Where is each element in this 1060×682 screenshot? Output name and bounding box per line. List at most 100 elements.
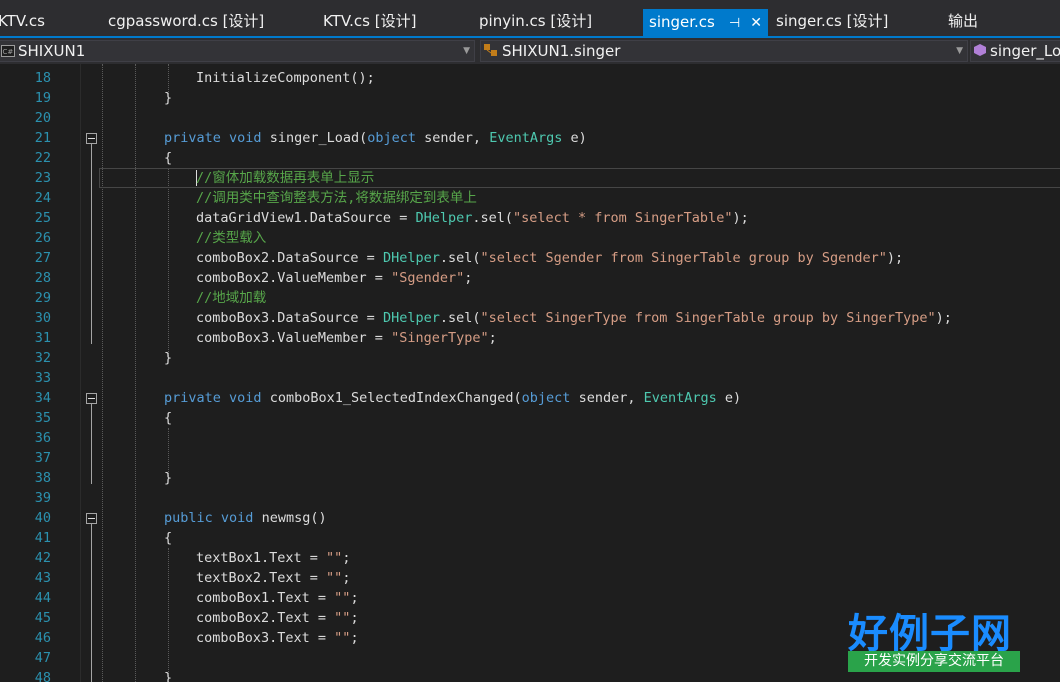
line-number: 48	[34, 670, 51, 682]
member-dropdown[interactable]: singer_Lo	[970, 40, 1060, 62]
punct: ;	[350, 590, 359, 606]
keyword: void	[229, 390, 262, 406]
statement: textBox1.Text =	[196, 550, 327, 566]
method-name: comboBox1_SelectedIndexChanged(	[269, 390, 522, 406]
document-tab-strip: KTV.cs cgpassword.cs [设计] KTV.cs [设计] pi…	[0, 0, 1060, 38]
line-number: 33	[34, 370, 51, 386]
keyword: private	[164, 390, 221, 406]
line-number: 43	[34, 570, 51, 586]
tab-cgpassword-design[interactable]: cgpassword.cs [设计]	[108, 7, 264, 35]
line-number: 23	[34, 170, 51, 186]
project-dropdown[interactable]: C# SHIXUN1 ▼	[0, 40, 475, 62]
collapse-icon[interactable]	[86, 133, 97, 144]
close-icon[interactable]: ✕	[750, 10, 762, 37]
line-number: 46	[34, 630, 51, 646]
class-name: SHIXUN1.singer	[502, 42, 621, 60]
statement: comboBox1.Text =	[196, 590, 335, 606]
code-line-44: comboBox1.Text = "";	[196, 588, 359, 608]
statement: comboBox2.Text =	[196, 610, 335, 626]
keyword: private	[164, 130, 221, 146]
line-number: 35	[34, 410, 51, 426]
fold-line	[91, 524, 92, 682]
line-number: 47	[34, 650, 51, 666]
tab-ktv-design[interactable]: KTV.cs [设计]	[323, 7, 416, 35]
tab-singer-design[interactable]: singer.cs [设计]	[776, 7, 888, 35]
statement: comboBox3.ValueMember =	[196, 330, 392, 346]
collapse-icon[interactable]	[86, 513, 97, 524]
code-line-23-comment: //窗体加载数据再表单上显示	[196, 170, 375, 186]
code-line-35: {	[164, 410, 173, 426]
method-name: newmsg()	[261, 510, 327, 526]
code-line-41: {	[164, 530, 173, 546]
indent-guide	[135, 64, 136, 682]
call: .sel(	[472, 210, 513, 226]
punct: ;	[342, 550, 351, 566]
code-line-18: InitializeComponent();	[196, 70, 375, 86]
line-number: 28	[34, 270, 51, 286]
tab-singer-cs[interactable]: singer.cs ⊣ ✕	[643, 9, 768, 36]
line-number: 44	[34, 590, 51, 606]
punct: ;	[342, 570, 351, 586]
statement: comboBox2.DataSource =	[196, 250, 383, 266]
string-literal: "select * from SingerTable"	[513, 210, 733, 226]
indent-guide	[102, 64, 103, 682]
type-name: EventArgs	[489, 130, 563, 146]
line-number: 19	[34, 90, 51, 106]
line-number: 38	[34, 470, 51, 486]
keyword: void	[220, 510, 254, 526]
class-dropdown[interactable]: SHIXUN1.singer ▼	[480, 40, 968, 62]
method-icon	[973, 42, 987, 62]
statement: textBox2.Text =	[196, 570, 327, 586]
keyword: void	[229, 130, 262, 146]
method-name: singer_Load(	[269, 130, 368, 146]
code-line-32: }	[164, 350, 173, 366]
dropdown-arrow-icon[interactable]: ▼	[956, 41, 963, 61]
line-number: 41	[34, 530, 51, 546]
navigation-bar: C# SHIXUN1 ▼ SHIXUN1.singer ▼ singer_Lo	[0, 38, 1060, 64]
svg-text:C#: C#	[3, 48, 14, 56]
keyword: object	[521, 390, 571, 406]
code-line-46: comboBox3.Text = "";	[196, 628, 359, 648]
string-literal: ""	[334, 630, 351, 646]
tab-output[interactable]: 输出	[948, 7, 978, 35]
string-literal: "select SingerType from SingerTable grou…	[480, 310, 936, 326]
code-line-25: dataGridView1.DataSource = DHelper.sel("…	[196, 208, 749, 228]
string-literal: "Sgender"	[391, 270, 465, 286]
type-name: DHelper	[382, 250, 440, 266]
dropdown-arrow-icon[interactable]: ▼	[463, 41, 470, 61]
statement: dataGridView1.DataSource =	[196, 210, 416, 226]
statement: comboBox3.Text =	[196, 630, 335, 646]
string-literal: ""	[334, 610, 351, 626]
code-line-30: comboBox3.DataSource = DHelper.sel("sele…	[196, 308, 952, 328]
line-number: 31	[34, 330, 51, 346]
line-number: 39	[34, 490, 51, 506]
line-number: 30	[34, 310, 51, 326]
code-line-28: comboBox2.ValueMember = "Sgender";	[196, 268, 472, 288]
string-literal: ""	[334, 590, 351, 606]
code-line-26-comment: //类型载入	[196, 230, 267, 246]
fold-line	[91, 404, 92, 484]
line-number: 42	[34, 550, 51, 566]
collapse-icon[interactable]	[86, 393, 97, 404]
line-number: 18	[34, 70, 51, 86]
type-name: DHelper	[415, 210, 473, 226]
string-literal: "select Sgender from SingerTable group b…	[480, 250, 887, 266]
statement: comboBox2.ValueMember =	[196, 270, 392, 286]
line-number: 20	[34, 110, 51, 126]
line-number: 37	[34, 450, 51, 466]
code-line-19: }	[164, 90, 173, 106]
type-name: DHelper	[382, 310, 440, 326]
line-number: 34	[34, 390, 51, 406]
line-number: 22	[34, 150, 51, 166]
indent-guide	[168, 548, 169, 682]
code-line-24-comment: //调用类中查询整表方法,将数据绑定到表单上	[196, 190, 477, 206]
code-line-21: private void singer_Load(object sender, …	[164, 128, 587, 148]
pin-icon[interactable]: ⊣	[729, 10, 740, 37]
punct: ;	[488, 330, 497, 346]
code-line-31: comboBox3.ValueMember = "SingerType";	[196, 328, 497, 348]
code-editor[interactable]: 18 19 20 21 22 23 24 25 26 27 28 29 30 3…	[0, 64, 1060, 682]
class-icon	[483, 42, 499, 62]
parameter: sender,	[416, 130, 490, 146]
tab-pinyin-design[interactable]: pinyin.cs [设计]	[479, 7, 592, 35]
tab-ktv-cs[interactable]: KTV.cs	[0, 7, 45, 35]
